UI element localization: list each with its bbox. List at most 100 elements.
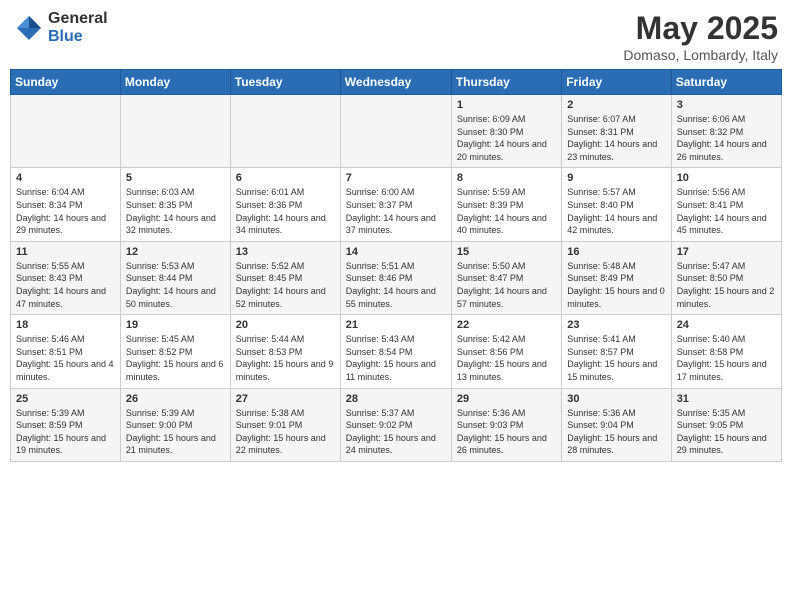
day-number: 9	[567, 172, 665, 184]
calendar-cell: 25Sunrise: 5:39 AM Sunset: 8:59 PM Dayli…	[11, 388, 121, 461]
day-info: Sunrise: 5:42 AM Sunset: 8:56 PM Dayligh…	[457, 333, 556, 383]
calendar-cell: 29Sunrise: 5:36 AM Sunset: 9:03 PM Dayli…	[451, 388, 561, 461]
day-info: Sunrise: 5:38 AM Sunset: 9:01 PM Dayligh…	[236, 407, 335, 457]
header-day-thursday: Thursday	[451, 70, 561, 95]
day-info: Sunrise: 5:59 AM Sunset: 8:39 PM Dayligh…	[457, 186, 556, 236]
calendar-body: 1 Sunrise: 6:09 AM Sunset: 8:30 PM Daylig…	[11, 95, 782, 462]
day-number: 19	[126, 319, 225, 331]
day-number: 31	[677, 393, 776, 405]
calendar-subtitle: Domaso, Lombardy, Italy	[623, 47, 778, 63]
day-info: Sunrise: 6:07 AM Sunset: 8:31 PM Dayligh…	[567, 113, 665, 163]
day-info: Sunrise: 5:41 AM Sunset: 8:57 PM Dayligh…	[567, 333, 665, 383]
week-row-0: 1 Sunrise: 6:09 AM Sunset: 8:30 PM Daylig…	[11, 95, 782, 168]
calendar-cell: 12 Sunrise: 5:53 AM Sunset: 8:44 PM Dayli…	[120, 241, 230, 314]
calendar-cell: 30 Sunrise: 5:36 AM Sunset: 9:04 PM Dayli…	[562, 388, 671, 461]
calendar-cell: 11 Sunrise: 5:55 AM Sunset: 8:43 PM Dayli…	[11, 241, 121, 314]
day-number: 17	[677, 246, 776, 258]
header-day-sunday: Sunday	[11, 70, 121, 95]
logo-text: General Blue	[48, 10, 108, 45]
calendar-cell: 31 Sunrise: 5:35 AM Sunset: 9:05 PM Dayli…	[671, 388, 781, 461]
calendar-cell: 16 Sunrise: 5:48 AM Sunset: 8:49 PM Dayli…	[562, 241, 671, 314]
day-number: 11	[16, 246, 115, 258]
calendar-cell: 14 Sunrise: 5:51 AM Sunset: 8:46 PM Dayli…	[340, 241, 451, 314]
day-info: Sunrise: 6:04 AM Sunset: 8:34 PM Dayligh…	[16, 186, 115, 236]
day-info: Sunrise: 5:36 AM Sunset: 9:03 PM Dayligh…	[457, 407, 556, 457]
week-row-2: 11 Sunrise: 5:55 AM Sunset: 8:43 PM Dayli…	[11, 241, 782, 314]
calendar-cell: 6 Sunrise: 6:01 AM Sunset: 8:36 PM Daylig…	[230, 168, 340, 241]
day-number: 5	[126, 172, 225, 184]
calendar-cell: 26Sunrise: 5:39 AM Sunset: 9:00 PM Dayli…	[120, 388, 230, 461]
calendar-cell: 13 Sunrise: 5:52 AM Sunset: 8:45 PM Dayli…	[230, 241, 340, 314]
day-number: 30	[567, 393, 665, 405]
day-info: Sunrise: 5:45 AM Sunset: 8:52 PM Dayligh…	[126, 333, 225, 383]
day-info: Sunrise: 5:35 AM Sunset: 9:05 PM Dayligh…	[677, 407, 776, 457]
day-info: Sunrise: 6:03 AM Sunset: 8:35 PM Dayligh…	[126, 186, 225, 236]
day-info: Sunrise: 5:37 AM Sunset: 9:02 PM Dayligh…	[346, 407, 446, 457]
day-number: 18	[16, 319, 115, 331]
day-info: Sunrise: 6:01 AM Sunset: 8:36 PM Dayligh…	[236, 186, 335, 236]
day-number: 2	[567, 99, 665, 111]
day-number: 13	[236, 246, 335, 258]
calendar-cell: 2 Sunrise: 6:07 AM Sunset: 8:31 PM Daylig…	[562, 95, 671, 168]
day-number: 20	[236, 319, 335, 331]
day-info: Sunrise: 5:47 AM Sunset: 8:50 PM Dayligh…	[677, 260, 776, 310]
calendar-cell: 8 Sunrise: 5:59 AM Sunset: 8:39 PM Daylig…	[451, 168, 561, 241]
calendar-cell: 22 Sunrise: 5:42 AM Sunset: 8:56 PM Dayli…	[451, 315, 561, 388]
day-number: 1	[457, 99, 556, 111]
day-info: Sunrise: 6:09 AM Sunset: 8:30 PM Dayligh…	[457, 113, 556, 163]
calendar-cell: 21 Sunrise: 5:43 AM Sunset: 8:54 PM Dayli…	[340, 315, 451, 388]
header-day-friday: Friday	[562, 70, 671, 95]
day-number: 23	[567, 319, 665, 331]
calendar-cell: 27Sunrise: 5:38 AM Sunset: 9:01 PM Dayli…	[230, 388, 340, 461]
calendar-cell: 1 Sunrise: 6:09 AM Sunset: 8:30 PM Daylig…	[451, 95, 561, 168]
calendar-cell: 10Sunrise: 5:56 AM Sunset: 8:41 PM Dayli…	[671, 168, 781, 241]
calendar-cell	[11, 95, 121, 168]
day-number: 14	[346, 246, 446, 258]
day-info: Sunrise: 5:51 AM Sunset: 8:46 PM Dayligh…	[346, 260, 446, 310]
day-info: Sunrise: 5:55 AM Sunset: 8:43 PM Dayligh…	[16, 260, 115, 310]
day-info: Sunrise: 5:53 AM Sunset: 8:44 PM Dayligh…	[126, 260, 225, 310]
logo-general-text: General	[48, 10, 108, 28]
header-day-wednesday: Wednesday	[340, 70, 451, 95]
week-row-4: 25Sunrise: 5:39 AM Sunset: 8:59 PM Dayli…	[11, 388, 782, 461]
header-day-tuesday: Tuesday	[230, 70, 340, 95]
calendar-cell: 28 Sunrise: 5:37 AM Sunset: 9:02 PM Dayli…	[340, 388, 451, 461]
day-info: Sunrise: 5:43 AM Sunset: 8:54 PM Dayligh…	[346, 333, 446, 383]
calendar-cell: 19 Sunrise: 5:45 AM Sunset: 8:52 PM Dayli…	[120, 315, 230, 388]
day-number: 8	[457, 172, 556, 184]
header-day-saturday: Saturday	[671, 70, 781, 95]
page-header: General Blue May 2025 Domaso, Lombardy, …	[10, 10, 782, 63]
calendar-table: SundayMondayTuesdayWednesdayThursdayFrid…	[10, 69, 782, 462]
day-info: Sunrise: 6:06 AM Sunset: 8:32 PM Dayligh…	[677, 113, 776, 163]
day-number: 12	[126, 246, 225, 258]
day-number: 16	[567, 246, 665, 258]
day-number: 25	[16, 393, 115, 405]
day-number: 6	[236, 172, 335, 184]
day-number: 15	[457, 246, 556, 258]
logo-blue-text: Blue	[48, 28, 108, 46]
day-number: 7	[346, 172, 446, 184]
day-number: 4	[16, 172, 115, 184]
day-info: Sunrise: 5:36 AM Sunset: 9:04 PM Dayligh…	[567, 407, 665, 457]
calendar-cell	[230, 95, 340, 168]
day-number: 28	[346, 393, 446, 405]
calendar-cell: 3Sunrise: 6:06 AM Sunset: 8:32 PM Daylig…	[671, 95, 781, 168]
calendar-cell: 20 Sunrise: 5:44 AM Sunset: 8:53 PM Dayli…	[230, 315, 340, 388]
day-info: Sunrise: 5:56 AM Sunset: 8:41 PM Dayligh…	[677, 186, 776, 236]
day-info: Sunrise: 5:57 AM Sunset: 8:40 PM Dayligh…	[567, 186, 665, 236]
day-number: 21	[346, 319, 446, 331]
day-info: Sunrise: 5:40 AM Sunset: 8:58 PM Dayligh…	[677, 333, 776, 383]
calendar-cell: 23 Sunrise: 5:41 AM Sunset: 8:57 PM Dayli…	[562, 315, 671, 388]
header-day-monday: Monday	[120, 70, 230, 95]
day-info: Sunrise: 6:00 AM Sunset: 8:37 PM Dayligh…	[346, 186, 446, 236]
day-info: Sunrise: 5:39 AM Sunset: 9:00 PM Dayligh…	[126, 407, 225, 457]
calendar-cell: 17 Sunrise: 5:47 AM Sunset: 8:50 PM Dayli…	[671, 241, 781, 314]
day-number: 22	[457, 319, 556, 331]
calendar-cell	[120, 95, 230, 168]
day-info: Sunrise: 5:52 AM Sunset: 8:45 PM Dayligh…	[236, 260, 335, 310]
calendar-cell	[340, 95, 451, 168]
week-row-1: 4 Sunrise: 6:04 AM Sunset: 8:34 PM Daylig…	[11, 168, 782, 241]
day-info: Sunrise: 5:48 AM Sunset: 8:49 PM Dayligh…	[567, 260, 665, 310]
day-info: Sunrise: 5:44 AM Sunset: 8:53 PM Dayligh…	[236, 333, 335, 383]
calendar-header: SundayMondayTuesdayWednesdayThursdayFrid…	[11, 70, 782, 95]
